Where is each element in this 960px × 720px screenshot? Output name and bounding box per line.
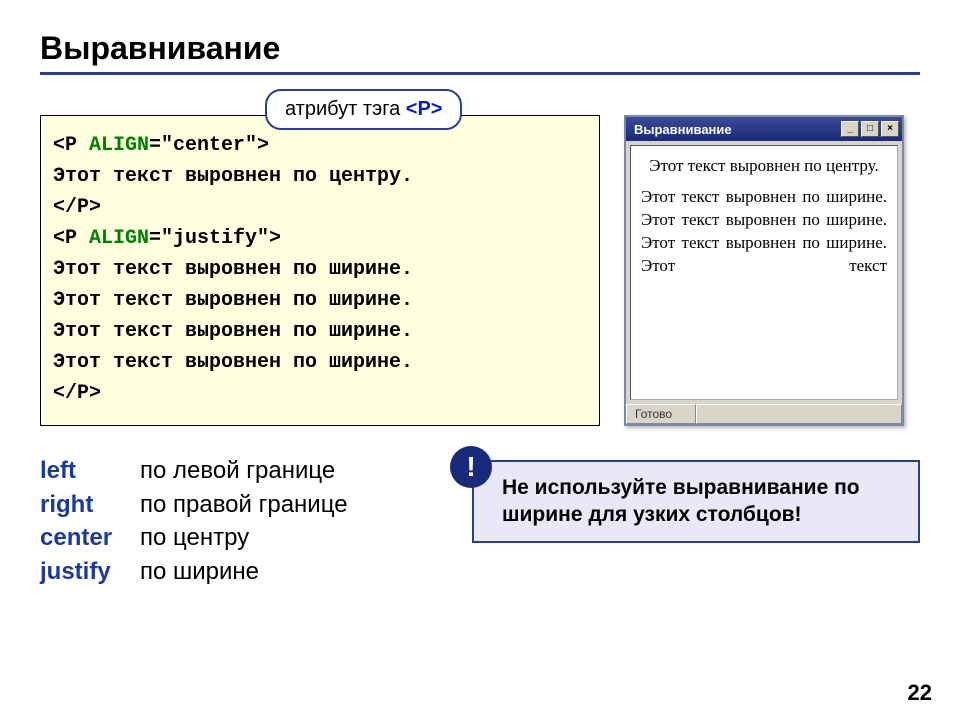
callout: атрибут тэга <P> xyxy=(265,89,462,130)
title-underline xyxy=(40,72,920,75)
legend-kw: justify xyxy=(40,555,140,589)
preview-justify-text: Этот текст выровнен по ширине. Этот текс… xyxy=(641,186,887,278)
code-l1c: ="center"> xyxy=(149,134,269,157)
code-l4c: ="justify"> xyxy=(149,227,281,250)
code-l4a: <P xyxy=(53,227,89,250)
legend-desc: по левой границе xyxy=(140,457,335,484)
status-spacer xyxy=(696,404,902,424)
code-l1b: ALIGN xyxy=(89,134,149,157)
slide: Выравнивание атрибут тэга <P> <P ALIGN="… xyxy=(0,0,960,608)
legend: leftпо левой границе rightпо правой гран… xyxy=(40,454,420,588)
code-l6: Этот текст выровнен по ширине. xyxy=(53,289,413,312)
callout-tag: <P> xyxy=(406,98,443,120)
minimize-button[interactable]: _ xyxy=(841,121,859,137)
legend-item-left: leftпо левой границе xyxy=(40,454,420,488)
code-l8: Этот текст выровнен по ширине. xyxy=(53,351,413,374)
titlebar[interactable]: Выравнивание _ □ × xyxy=(626,117,902,141)
warning-badge-icon: ! xyxy=(450,446,492,488)
code-l3: </P> xyxy=(53,196,101,219)
legend-desc: по правой границе xyxy=(140,491,348,518)
statusbar: Готово xyxy=(626,404,902,424)
legend-kw: right xyxy=(40,488,140,522)
legend-desc: по центру xyxy=(140,524,249,551)
legend-kw: left xyxy=(40,454,140,488)
titlebar-buttons: _ □ × xyxy=(841,121,899,137)
page-title: Выравнивание xyxy=(40,30,920,67)
status-text: Готово xyxy=(626,404,696,424)
close-button[interactable]: × xyxy=(881,121,899,137)
legend-kw: center xyxy=(40,521,140,555)
legend-item-center: centerпо центру xyxy=(40,521,420,555)
code-l9: </P> xyxy=(53,382,101,405)
page-number: 22 xyxy=(908,680,932,706)
main-row: <P ALIGN="center"> Этот текст выровнен п… xyxy=(40,115,920,426)
preview-center-text: Этот текст выровнен по центру. xyxy=(641,156,887,176)
code-l7: Этот текст выровнен по ширине. xyxy=(53,320,413,343)
code-l4b: ALIGN xyxy=(89,227,149,250)
legend-item-justify: justifyпо ширине xyxy=(40,555,420,589)
code-l2: Этот текст выровнен по центру. xyxy=(53,165,413,188)
code-l5: Этот текст выровнен по ширине. xyxy=(53,258,413,281)
legend-desc: по ширине xyxy=(140,558,259,585)
warning: ! Не используйте выравнивание по ширине … xyxy=(450,460,920,543)
bottom-row: leftпо левой границе rightпо правой гран… xyxy=(40,454,920,588)
code-box: <P ALIGN="center"> Этот текст выровнен п… xyxy=(40,115,600,426)
window-content: Этот текст выровнен по центру. Этот текс… xyxy=(630,145,898,400)
preview-window: Выравнивание _ □ × Этот текст выровнен п… xyxy=(624,115,904,426)
code-l1a: <P xyxy=(53,134,89,157)
maximize-button[interactable]: □ xyxy=(861,121,879,137)
callout-label: атрибут тэга xyxy=(285,98,406,120)
legend-item-right: rightпо правой границе xyxy=(40,488,420,522)
window-title: Выравнивание xyxy=(634,122,732,137)
warning-text: Не используйте выравнивание по ширине дл… xyxy=(472,460,920,543)
